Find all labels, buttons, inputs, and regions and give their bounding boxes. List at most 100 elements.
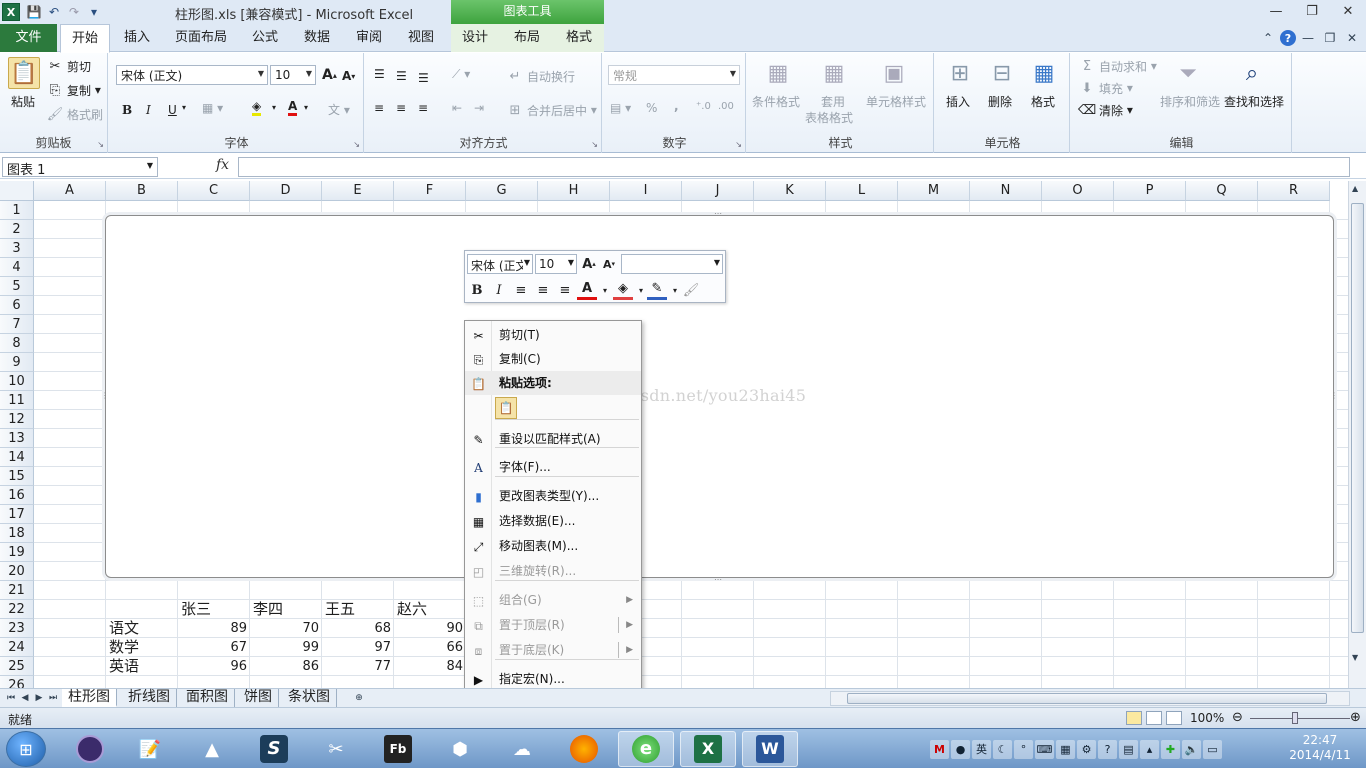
save-icon[interactable]: 💾 [24, 3, 44, 21]
row-header[interactable]: 23 [0, 619, 34, 638]
table-cell[interactable]: 97 [322, 638, 394, 657]
tab-home[interactable]: 开始 [60, 24, 110, 53]
sort-filter-button[interactable]: 排序和筛选 [1160, 93, 1220, 110]
next-sheet-icon[interactable]: ▶ [32, 691, 46, 705]
tab-view[interactable]: 视图 [402, 24, 440, 52]
scroll-down-icon[interactable]: ▼ [1352, 653, 1358, 662]
conditional-format-button[interactable]: 条件格式 [752, 93, 800, 110]
currency-icon[interactable]: ▤ ▾ [610, 101, 631, 115]
menu-item[interactable]: ▦ 选择数据(E)... [465, 509, 641, 533]
virtualbox-icon[interactable]: ⬢ [432, 731, 488, 767]
column-header[interactable]: I [610, 181, 682, 201]
row-header[interactable]: 26 [0, 676, 34, 688]
redo-icon[interactable]: ↷ [64, 3, 84, 21]
wrap-text-button[interactable]: ↵ 自动换行 [506, 67, 575, 85]
delete-cells-button[interactable]: 删除 [988, 93, 1012, 110]
table-header-cell[interactable]: 张三 [178, 600, 250, 619]
menu-item[interactable]: ⎘ 复制(C) [465, 347, 641, 371]
table-row-label[interactable]: 英语 [106, 657, 178, 676]
workbook-restore-icon[interactable]: ❐ [1320, 28, 1340, 48]
sheet-tab[interactable]: 折线图 [122, 689, 177, 707]
ie-icon[interactable]: e [618, 731, 674, 767]
cloud-drive-icon[interactable]: ☁ [494, 731, 550, 767]
row-header[interactable]: 14 [0, 448, 34, 467]
insert-cells-button[interactable]: 插入 [946, 93, 970, 110]
cell-styles-button[interactable]: 单元格样式 [866, 93, 926, 110]
excel-logo-icon[interactable]: X [2, 3, 20, 21]
customize-qat-icon[interactable]: ▾ [84, 3, 104, 21]
table-cell[interactable]: 70 [250, 619, 322, 638]
font-size-combo[interactable]: 10 ▼ [270, 65, 316, 85]
scroll-thumb[interactable] [847, 693, 1327, 704]
dialog-launcher-icon[interactable]: ↘ [353, 140, 360, 149]
row-header[interactable]: 5 [0, 277, 34, 296]
tray-expand-icon[interactable]: ▴ [1140, 739, 1159, 759]
scroll-up-icon[interactable]: ▲ [1352, 184, 1358, 193]
row-header[interactable]: 22 [0, 600, 34, 619]
tray-network-icon[interactable]: ▭ [1203, 739, 1222, 759]
chevron-down-icon[interactable]: ▾ [182, 103, 186, 112]
menu-item[interactable]: ⤢ 移动图表(M)... [465, 534, 641, 558]
row-header[interactable]: 3 [0, 239, 34, 258]
fill-color-icon[interactable]: ◈ [252, 99, 262, 116]
select-all-corner[interactable] [0, 181, 34, 201]
align-middle-icon[interactable]: ☰ [396, 69, 407, 83]
table-row-label[interactable]: 数学 [106, 638, 178, 657]
sheet-tab[interactable]: 饼图 [238, 689, 279, 707]
column-header[interactable]: A [34, 181, 106, 201]
tray-m-icon[interactable]: M [930, 739, 949, 759]
row-header[interactable]: 6 [0, 296, 34, 315]
format-table-icon[interactable]: ▦ [818, 57, 850, 89]
row-header[interactable]: 15 [0, 467, 34, 486]
shape-outline-icon[interactable]: ✎ [647, 280, 667, 300]
resize-handle[interactable]: ⋮ [101, 391, 109, 400]
table-header-cell[interactable]: 李四 [250, 600, 322, 619]
column-header[interactable]: M [898, 181, 970, 201]
eclipse-icon[interactable] [62, 731, 118, 767]
align-center-icon[interactable]: ≡ [533, 280, 553, 300]
decrease-decimal-icon[interactable]: .00 [718, 101, 734, 112]
conditional-format-icon[interactable]: ▦ [762, 57, 794, 89]
chevron-down-icon[interactable]: ▾ [595, 280, 615, 300]
tab-page-layout[interactable]: 页面布局 [170, 24, 232, 52]
table-cell[interactable]: 99 [250, 638, 322, 657]
table-cell[interactable]: 96 [178, 657, 250, 676]
vertical-scrollbar[interactable]: ▲ ▼ [1348, 181, 1366, 688]
row-header[interactable]: 2 [0, 220, 34, 239]
row-header[interactable]: 13 [0, 429, 34, 448]
row-header[interactable]: 21 [0, 581, 34, 600]
tab-file[interactable]: 文件 [0, 24, 57, 52]
zoom-slider[interactable] [1250, 718, 1350, 719]
table-cell[interactable]: 77 [322, 657, 394, 676]
matlab-icon[interactable]: ▲ [184, 731, 240, 767]
mini-italic-button[interactable]: I [489, 280, 509, 300]
first-sheet-icon[interactable]: ⏮ [4, 691, 18, 705]
number-format-combo[interactable]: 常规 ▼ [608, 65, 740, 85]
zoom-in-icon[interactable]: ⊕ [1350, 710, 1361, 725]
tray-orange-icon[interactable]: ● [951, 739, 970, 759]
grow-font-icon[interactable]: A ▴ [579, 254, 599, 274]
workbook-minimize-icon[interactable]: — [1298, 28, 1318, 48]
formula-input[interactable] [238, 157, 1350, 177]
column-header[interactable]: K [754, 181, 826, 201]
start-icon[interactable]: ⊞ [6, 731, 46, 767]
minimize-icon[interactable]: — [1258, 0, 1294, 22]
column-header[interactable]: H [538, 181, 610, 201]
insert-cells-icon[interactable]: ⊞ [944, 57, 976, 89]
snipping-tool-icon[interactable]: ✂ [308, 731, 364, 767]
tray-ime-icon[interactable]: ▦ [1056, 739, 1075, 759]
align-bottom-icon[interactable]: ☰ [418, 71, 429, 85]
column-header[interactable]: R [1258, 181, 1330, 201]
table-cell[interactable]: 86 [250, 657, 322, 676]
paste-option-icon[interactable]: 📋 [495, 397, 517, 419]
row-header[interactable]: 7 [0, 315, 34, 334]
chevron-down-icon[interactable]: ▾ [304, 103, 308, 112]
column-header[interactable]: J [682, 181, 754, 201]
flash-builder-icon[interactable]: Fb [370, 731, 426, 767]
tray-keyboard-icon[interactable]: ⌨ [1035, 739, 1054, 759]
table-cell[interactable]: 90 [394, 619, 466, 638]
row-header[interactable]: 20 [0, 562, 34, 581]
mini-font-combo[interactable]: 宋体 (正文)▼ [467, 254, 533, 274]
bold-button[interactable]: B [122, 103, 132, 117]
align-top-icon[interactable]: ☰ [374, 67, 385, 81]
